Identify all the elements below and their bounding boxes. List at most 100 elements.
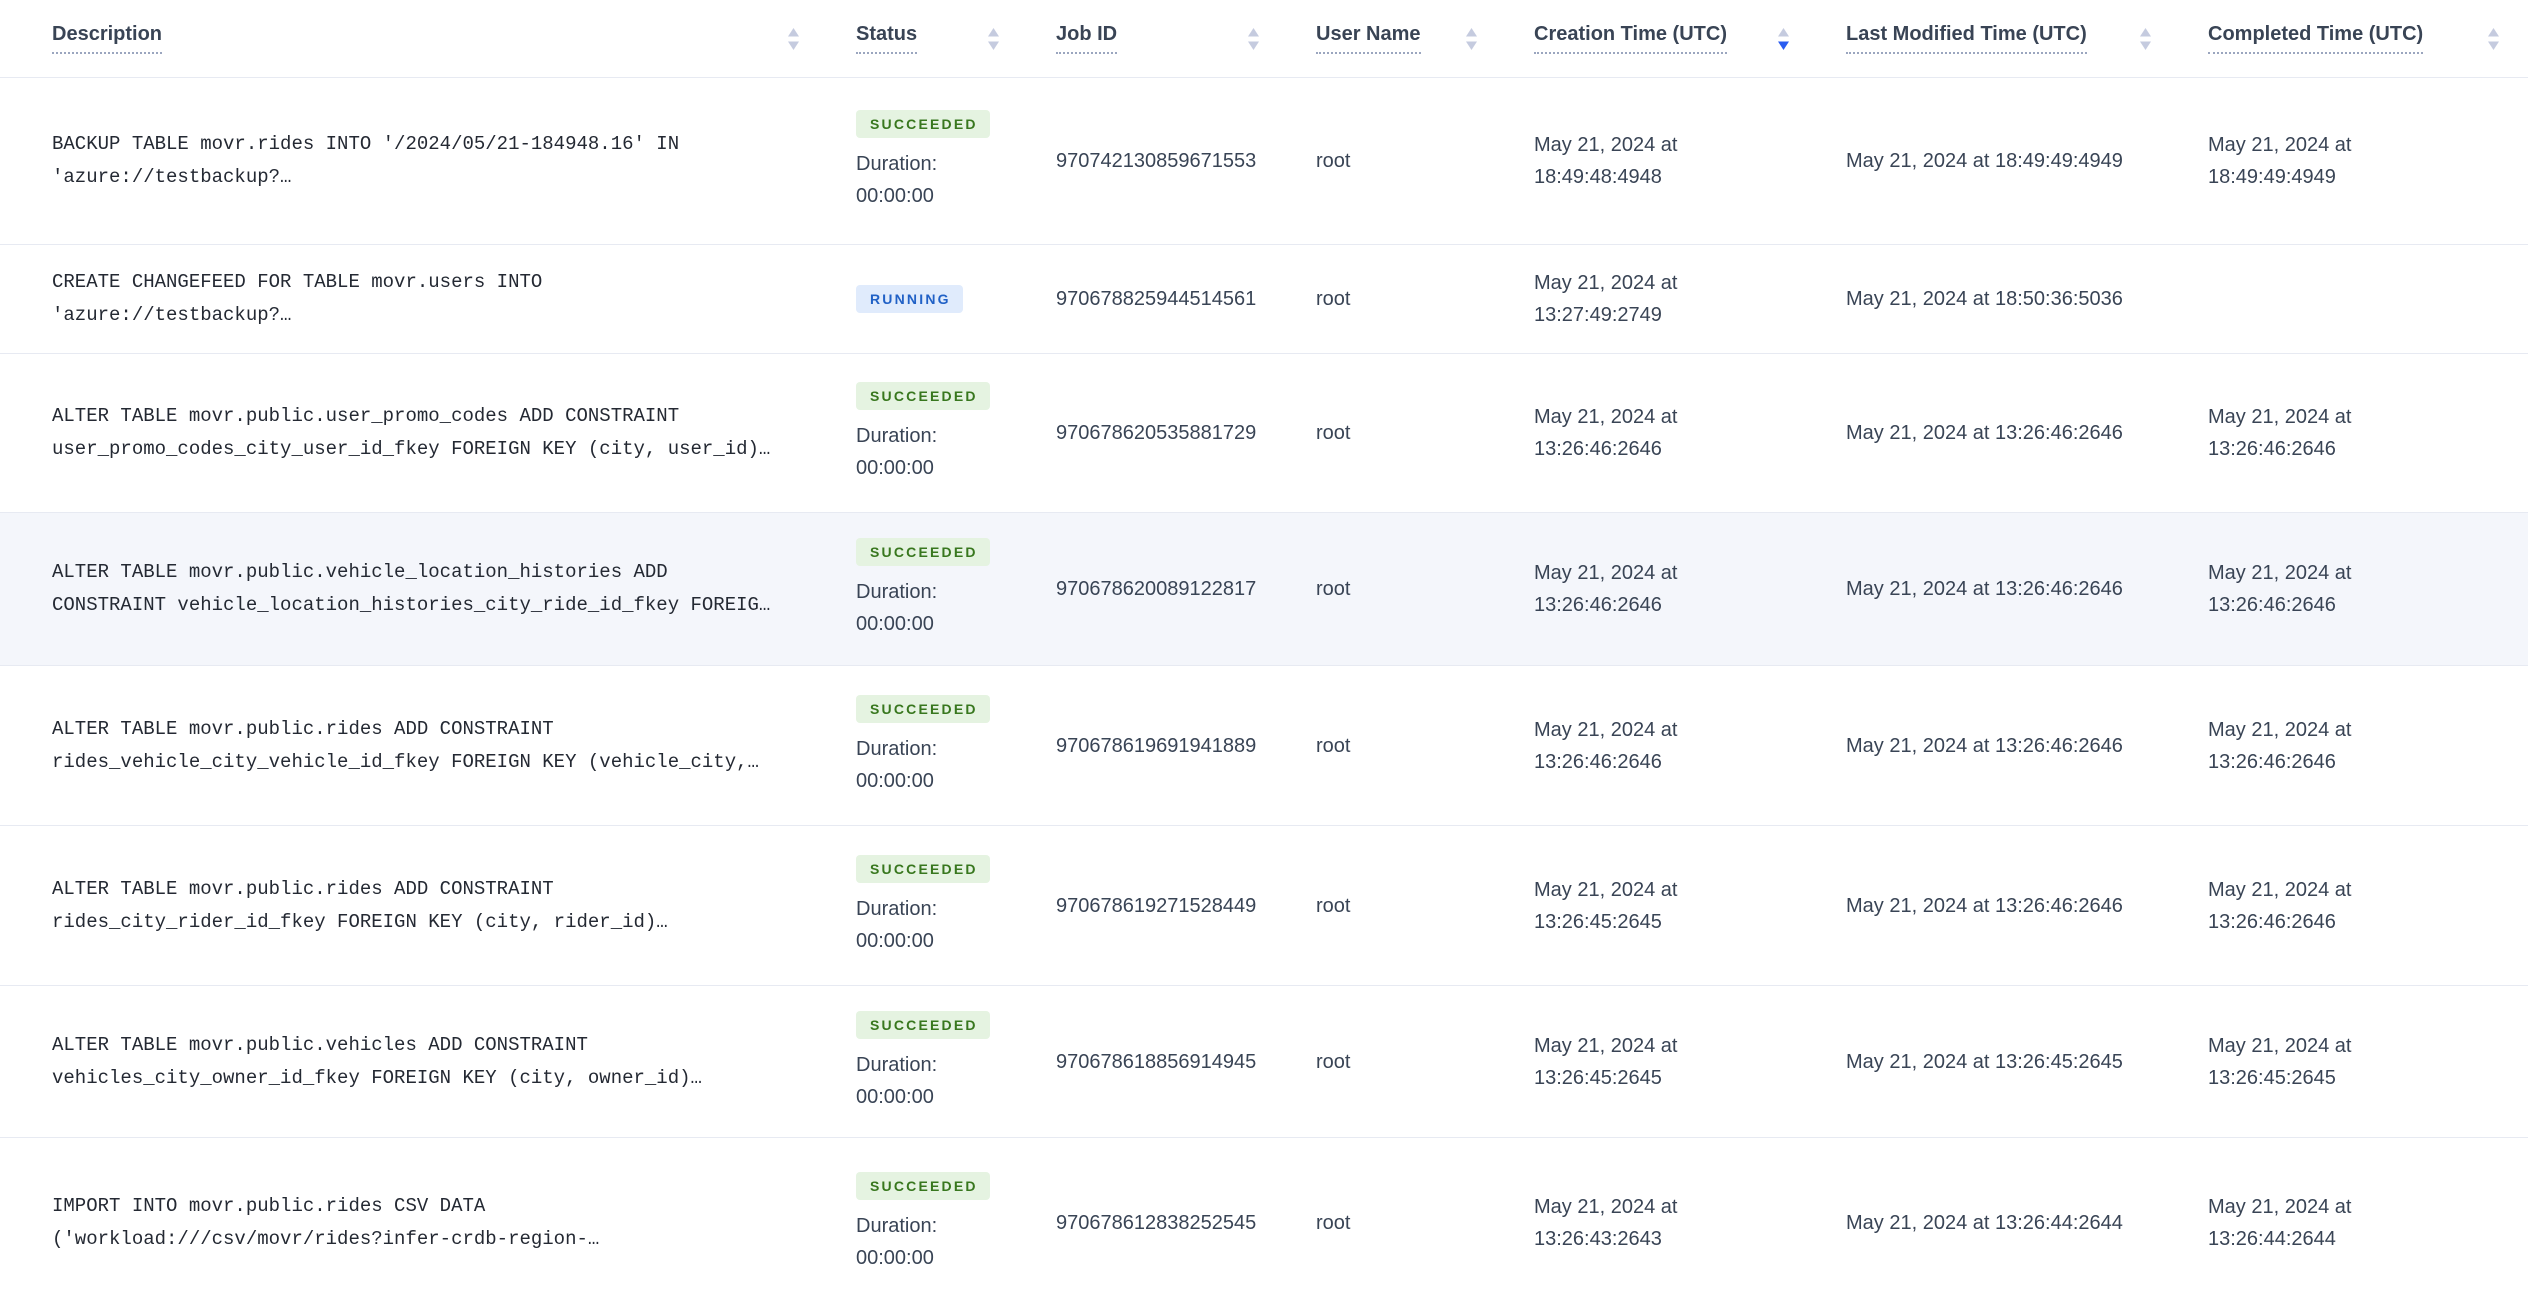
description-line: ALTER TABLE movr.public.vehicle_location… [52, 561, 668, 583]
table-row[interactable]: ALTER TABLE movr.public.vehicle_location… [0, 513, 2528, 666]
duration-value: 00:00:00 [856, 613, 934, 635]
table-row[interactable]: ALTER TABLE movr.public.user_promo_codes… [0, 354, 2528, 513]
last-modified-time-line: May 21, 2024 at 13:26:46:2646 [1846, 578, 2123, 600]
sort-arrows-icon[interactable] [1247, 27, 1260, 51]
job-duration: Duration: 00:00:00 [856, 420, 937, 484]
status-badge: SUCCEEDED [856, 538, 990, 566]
completed-time-line: 13:26:46:2646 [2208, 910, 2336, 933]
description-line: 'azure://testbackup?… [52, 304, 292, 326]
cell-last-modified-time: May 21, 2024 at 13:26:45:2645 [1818, 986, 2180, 1137]
last-modified-time-line: May 21, 2024 at 13:26:46:2646 [1846, 734, 2123, 757]
cell-completed-time: May 21, 2024 at 13:26:46:2646 [2180, 666, 2528, 825]
description-line: ALTER TABLE movr.public.rides ADD CONSTR… [52, 877, 554, 900]
last-modified-time-line: May 21, 2024 at 13:26:46:2646 [1846, 894, 2123, 917]
status-badge: SUCCEEDED [856, 1010, 990, 1039]
completed-time-line: 13:26:46:2646 [2208, 438, 2336, 460]
cell-last-modified-time: May 21, 2024 at 18:49:49:4949 [1818, 78, 2180, 244]
column-header-creation-time-utc[interactable]: Creation Time (UTC) [1506, 0, 1818, 77]
sort-arrows-icon[interactable] [1465, 27, 1478, 51]
cell-job-id: 970678619691941889 [1056, 734, 1257, 757]
cell-last-modified-time: May 21, 2024 at 18:50:36:5036 [1818, 245, 2180, 353]
cell-completed-time: May 21, 2024 at 13:26:46:2646 [2180, 354, 2528, 512]
status-badge: SUCCEEDED [856, 382, 990, 410]
column-header-label: Description [52, 23, 163, 54]
column-header-status[interactable]: Status [828, 0, 1028, 77]
column-header-label: Job ID [1056, 23, 1118, 54]
last-modified-time-line: May 21, 2024 at 13:26:45:2645 [1846, 1050, 2123, 1073]
table-row[interactable]: ALTER TABLE movr.public.rides ADD CONSTR… [0, 666, 2528, 826]
description-line: IMPORT INTO movr.public.rides CSV DATA [52, 1194, 486, 1217]
completed-time-line: 13:26:46:2646 [2208, 750, 2336, 773]
cell-status: SUCCEEDED Duration: 00:00:00 [828, 666, 1028, 825]
cell-description: ALTER TABLE movr.public.rides ADD CONSTR… [0, 666, 828, 825]
sort-arrows-icon[interactable] [2139, 27, 2152, 51]
completed-time-line: 13:26:46:2646 [2208, 594, 2336, 616]
status-badge: SUCCEEDED [856, 694, 990, 723]
duration-label: Duration: [856, 581, 938, 603]
last-modified-time-line: May 21, 2024 at 13:26:44:2644 [1846, 1211, 2123, 1234]
cell-creation-time: May 21, 2024 at 13:26:45:2645 [1506, 986, 1818, 1137]
cell-user-name: root [1316, 1050, 1351, 1073]
creation-time-line: May 21, 2024 at [1534, 562, 1678, 584]
cell-user-name: root [1316, 734, 1351, 757]
cell-description: IMPORT INTO movr.public.rides CSV DATA ('… [0, 1138, 828, 1292]
column-header-last-modified-time-utc[interactable]: Last Modified Time (UTC) [1818, 0, 2180, 77]
cell-last-modified-time: May 21, 2024 at 13:26:46:2646 [1818, 513, 2180, 665]
table-row[interactable]: BACKUP TABLE movr.rides INTO '/2024/05/2… [0, 78, 2528, 245]
cell-job-id: 970678620089122817 [1056, 578, 1257, 600]
completed-time-line: May 21, 2024 at [2208, 406, 2352, 428]
cell-user-name: root [1316, 288, 1351, 310]
creation-time-line: May 21, 2024 at [1534, 1034, 1678, 1057]
column-header-description[interactable]: Description [0, 0, 828, 77]
creation-time-line: May 21, 2024 at [1534, 134, 1678, 156]
description-line: rides_vehicle_city_vehicle_id_fkey FOREI… [52, 750, 759, 773]
column-header-user-name[interactable]: User Name [1288, 0, 1506, 77]
cell-status: SUCCEEDED Duration: 00:00:00 [828, 513, 1028, 665]
creation-time-line: May 21, 2024 at [1534, 272, 1678, 294]
table-header-row: Description Status Job ID User Name Crea… [0, 0, 2528, 78]
table-row[interactable]: ALTER TABLE movr.public.rides ADD CONSTR… [0, 826, 2528, 986]
table-body: BACKUP TABLE movr.rides INTO '/2024/05/2… [0, 78, 2528, 1292]
duration-value: 00:00:00 [856, 1246, 934, 1269]
last-modified-time-line: May 21, 2024 at 13:26:46:2646 [1846, 422, 2123, 444]
cell-description: ALTER TABLE movr.public.rides ADD CONSTR… [0, 826, 828, 985]
sort-arrows-icon[interactable] [787, 27, 800, 51]
cell-user-name: root [1316, 1211, 1351, 1234]
last-modified-time-line: May 21, 2024 at 18:50:36:5036 [1846, 288, 2123, 310]
table-row[interactable]: IMPORT INTO movr.public.rides CSV DATA ('… [0, 1138, 2528, 1292]
description-line: ('workload:///csv/movr/rides?infer-crdb-… [52, 1227, 600, 1250]
creation-time-line: 13:26:43:2643 [1534, 1227, 1662, 1250]
column-header-job-id[interactable]: Job ID [1028, 0, 1288, 77]
duration-label: Duration: [856, 425, 938, 447]
cell-job-id: 970678619271528449 [1056, 894, 1257, 917]
completed-time-line: May 21, 2024 at [2208, 718, 2352, 741]
status-badge: SUCCEEDED [856, 1171, 990, 1200]
job-duration: Duration: 00:00:00 [856, 893, 937, 957]
job-duration: Duration: 00:00:00 [856, 733, 937, 797]
table-row[interactable]: ALTER TABLE movr.public.vehicles ADD CON… [0, 986, 2528, 1138]
sort-arrows-icon[interactable] [987, 27, 1000, 51]
creation-time-line: 13:26:46:2646 [1534, 750, 1662, 773]
cell-completed-time: May 21, 2024 at 13:26:46:2646 [2180, 513, 2528, 665]
creation-time-line: 13:26:45:2645 [1534, 910, 1662, 933]
table-row[interactable]: CREATE CHANGEFEED FOR TABLE movr.users I… [0, 245, 2528, 354]
description-line: ALTER TABLE movr.public.vehicles ADD CON… [52, 1033, 588, 1056]
cell-last-modified-time: May 21, 2024 at 13:26:44:2644 [1818, 1138, 2180, 1292]
column-header-label: Completed Time (UTC) [2208, 23, 2424, 54]
cell-status: SUCCEEDED Duration: 00:00:00 [828, 986, 1028, 1137]
duration-value: 00:00:00 [856, 1085, 934, 1108]
sort-arrows-icon[interactable] [2487, 27, 2500, 51]
sort-arrows-icon[interactable] [1777, 27, 1790, 51]
cell-job-id: 970678612838252545 [1056, 1211, 1257, 1234]
completed-time-line: 18:49:49:4949 [2208, 166, 2336, 188]
job-duration: Duration: 00:00:00 [856, 1210, 937, 1274]
creation-time-line: 13:27:49:2749 [1534, 304, 1662, 326]
creation-time-line: 13:26:45:2645 [1534, 1066, 1662, 1089]
cell-status: SUCCEEDED Duration: 00:00:00 [828, 1138, 1028, 1292]
completed-time-line: 13:26:44:2644 [2208, 1227, 2336, 1250]
duration-label: Duration: [856, 737, 938, 760]
column-header-completed-time-utc[interactable]: Completed Time (UTC) [2180, 0, 2528, 77]
description-line: CREATE CHANGEFEED FOR TABLE movr.users I… [52, 271, 543, 293]
cell-status: SUCCEEDED Duration: 00:00:00 [828, 826, 1028, 985]
last-modified-time-line: May 21, 2024 at 18:49:49:4949 [1846, 150, 2123, 172]
